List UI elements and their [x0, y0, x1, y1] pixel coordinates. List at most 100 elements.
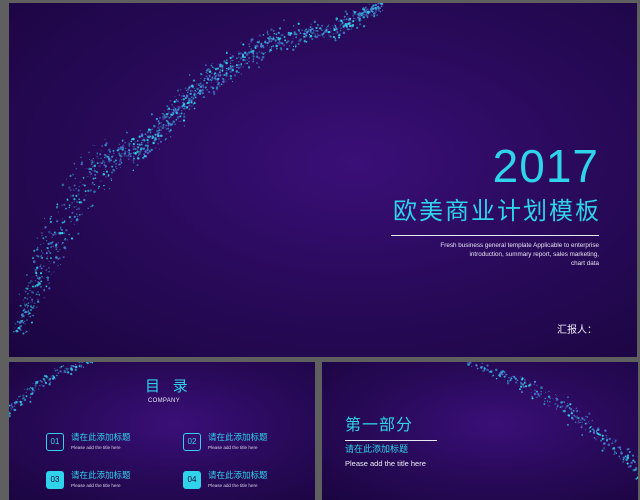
particle-dot — [143, 147, 145, 150]
particle-dot — [572, 409, 575, 412]
particle-dot — [292, 48, 295, 51]
particle-dot — [152, 136, 155, 139]
particle-dot — [242, 66, 244, 68]
particle-dot — [43, 218, 46, 220]
particle-dot — [589, 430, 592, 433]
toc-item-04[interactable]: 04 请在此添加标题 Please add the title here — [183, 471, 313, 491]
particle-dot — [128, 157, 130, 159]
particle-dot — [353, 17, 355, 20]
particle-dot — [61, 221, 64, 224]
toc-item-01[interactable]: 01 请在此添加标题 Please add the title here — [46, 433, 176, 453]
particle-dot — [24, 290, 27, 293]
particle-dot — [64, 369, 66, 372]
particle-dot — [78, 364, 81, 367]
particle-dot — [204, 86, 207, 89]
particle-dot — [261, 56, 265, 59]
particle-dot — [171, 103, 174, 106]
particle-dot — [65, 207, 67, 210]
particle-dot — [189, 74, 191, 76]
particle-dot — [32, 285, 35, 288]
toc-title: 目 录 — [145, 377, 192, 395]
particle-dot — [346, 13, 349, 16]
particle-dot — [606, 438, 609, 441]
particle-dot — [597, 427, 600, 430]
particle-dot — [121, 148, 124, 151]
particle-dot — [576, 417, 578, 419]
particle-dot — [305, 40, 308, 43]
particle-dot — [47, 242, 50, 246]
particle-dot — [71, 211, 74, 214]
particle-dot — [146, 130, 150, 134]
particle-dot — [60, 365, 63, 368]
particle-dot — [154, 134, 156, 136]
particle-dot — [353, 12, 356, 15]
particle-dot — [612, 442, 614, 444]
particle-dot — [214, 75, 217, 77]
particle-dot — [223, 60, 226, 63]
particle-dot — [279, 27, 281, 29]
particle-dot — [78, 201, 81, 203]
particle-dot — [329, 35, 332, 38]
particle-dot — [327, 25, 329, 28]
particle-dot — [326, 31, 328, 33]
particle-dot — [627, 447, 630, 451]
particle-dot — [19, 329, 22, 331]
particle-dot — [71, 368, 74, 371]
toc-item-02[interactable]: 02 请在此添加标题 Please add the title here — [183, 433, 313, 453]
particle-dot — [31, 298, 34, 301]
particle-dot — [548, 405, 550, 407]
toc-item-03[interactable]: 03 请在此添加标题 Please add the title here — [46, 471, 176, 491]
particle-dot — [167, 121, 169, 123]
particle-dot — [179, 120, 181, 123]
particle-dot — [18, 327, 22, 330]
particle-dot — [241, 53, 245, 56]
particle-dot — [37, 282, 41, 285]
particle-dot — [174, 107, 177, 110]
particle-dot — [321, 24, 324, 27]
particle-dot — [28, 388, 31, 390]
particle-dot — [47, 249, 49, 252]
particle-dot — [27, 306, 29, 308]
particle-dot — [238, 61, 240, 63]
particle-dot — [57, 205, 59, 207]
particle-dot — [468, 362, 472, 364]
particle-dot — [359, 15, 361, 17]
particle-dot — [118, 163, 121, 166]
particle-dot — [95, 171, 98, 173]
particle-dot — [227, 67, 230, 69]
particle-dot — [29, 296, 32, 299]
particle-dot — [576, 415, 578, 417]
section-slide[interactable]: 第一部分 请在此添加标题 Please add the title here — [322, 362, 638, 500]
particle-dot — [23, 320, 26, 323]
particle-dot — [335, 19, 338, 21]
particle-dot — [345, 18, 347, 21]
particle-dot — [158, 116, 161, 119]
particle-dot — [171, 124, 173, 126]
particle-dot — [523, 378, 526, 381]
particle-dot — [332, 26, 334, 28]
particle-dot — [87, 189, 90, 193]
particle-dot — [359, 12, 363, 15]
particle-dot — [150, 148, 153, 152]
particle-dot — [626, 462, 629, 465]
particle-dot — [119, 159, 122, 163]
particle-dot — [61, 231, 64, 235]
particle-dot — [168, 117, 170, 119]
particle-dot — [563, 409, 566, 413]
particle-dot — [573, 414, 575, 417]
particle-dot — [61, 218, 63, 220]
particle-dot — [591, 428, 594, 431]
particle-dot — [352, 10, 355, 12]
particle-dot — [115, 163, 118, 165]
particle-dot — [244, 59, 246, 61]
particle-dot — [258, 57, 261, 60]
particle-dot — [72, 365, 74, 367]
toc-slide[interactable]: 目 录 COMPANY 01 请在此添加标题 Please add the ti… — [9, 362, 315, 500]
particle-dot — [520, 382, 523, 385]
particle-dot — [381, 5, 383, 7]
particle-dot — [146, 136, 148, 138]
particle-dot — [164, 127, 166, 129]
title-slide[interactable]: 2017 欧美商业计划模板 Fresh business general tem… — [9, 3, 637, 357]
particle-dot — [238, 52, 240, 55]
particle-dot — [134, 147, 136, 149]
